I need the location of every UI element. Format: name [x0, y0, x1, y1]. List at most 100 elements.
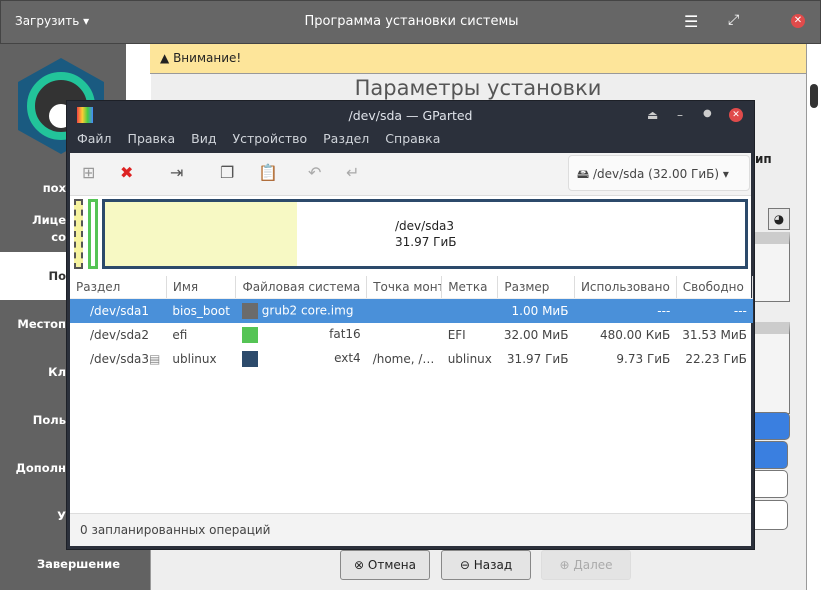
menu-bar: Файл Правка Вид Устройство Раздел Справк… — [67, 131, 440, 153]
toggle-switch-on[interactable] — [750, 441, 788, 469]
menu-icon[interactable]: ☰ — [684, 12, 698, 31]
mount-point — [367, 323, 442, 347]
sidebar-item[interactable]: Кл — [48, 365, 66, 379]
partition-bar-sda1[interactable] — [74, 199, 83, 269]
col-used[interactable]: Использовано — [574, 276, 677, 299]
partition-bar-sda3[interactable]: /dev/sda3 31.97 ГиБ — [102, 199, 748, 269]
filesystem-cell: fat16 — [236, 323, 367, 347]
filesystem: grub2 core.img — [261, 303, 354, 318]
table-row[interactable]: /dev/sda1 bios_boot grub2 core.img 1.00 … — [70, 298, 753, 323]
partition-path: /dev/sda3 — [90, 351, 150, 366]
gparted-window: /dev/sda — GParted ⏏ – ● ✕ Файл Правка В… — [66, 100, 755, 550]
sidebar-item[interactable]: Завершение — [37, 557, 120, 571]
col-name[interactable]: Имя — [166, 276, 237, 299]
top-bar: Загрузить ▾ Программа установки системы … — [0, 0, 821, 44]
toolbar: ⊞ ✖ ⇥ ❐ 📋 ↶ ↵ 🖴 /dev/sda (32.00 ГиБ) ▾ — [70, 153, 751, 196]
pie-chart-button[interactable]: ◕ — [768, 208, 790, 230]
delete-icon[interactable]: ✖ — [120, 163, 133, 182]
sidebar-item[interactable]: Поль — [33, 413, 66, 427]
close-icon[interactable]: ✕ — [791, 14, 805, 28]
chevron-down-icon: ▾ — [722, 167, 729, 181]
status-bar: 0 запланированных операций — [70, 513, 751, 546]
paste-icon[interactable]: 📋 — [258, 163, 278, 182]
col-size[interactable]: Размер — [497, 276, 575, 299]
scrollbar[interactable] — [806, 44, 821, 590]
back-button[interactable]: ⊖ Назад — [441, 550, 531, 580]
maximize-icon[interactable]: ● — [703, 108, 712, 119]
sidebar-item[interactable]: Дополн — [16, 461, 66, 475]
sidebar-item[interactable]: пох — [43, 181, 66, 195]
close-icon[interactable]: ✕ — [729, 108, 743, 122]
partition-size: 32.00 МиБ — [503, 327, 569, 342]
partition-label: ublinux — [447, 351, 492, 366]
new-partition-icon[interactable]: ⊞ — [82, 163, 95, 182]
sidebar-item[interactable]: У — [57, 509, 66, 523]
partition-size: 1.00 МиБ — [497, 298, 575, 323]
partition-name: ublinux — [172, 351, 217, 366]
menu-file[interactable]: Файл — [77, 131, 112, 153]
partition-free: 22.23 ГиБ — [685, 351, 747, 366]
sidebar-item-selected[interactable]: По — [48, 269, 66, 283]
undo-icon[interactable]: ↶ — [308, 163, 321, 182]
filesystem-color-swatch — [241, 326, 258, 343]
partition-path: /dev/sda2 — [90, 327, 150, 342]
minimize-icon[interactable]: – — [677, 108, 683, 122]
col-filesystem[interactable]: Файловая система — [235, 276, 368, 299]
filesystem-cell: ext4 — [236, 347, 367, 371]
graph-partition-name: /dev/sda3 — [395, 219, 455, 233]
table-row[interactable]: /dev/sda2 efi fat16 EFI 32.00 МиБ 480.00… — [70, 323, 753, 347]
partition-used: --- — [574, 298, 677, 323]
maximize-icon[interactable]: ⤢ — [728, 12, 739, 28]
col-label[interactable]: Метка — [441, 276, 499, 299]
partition-name: bios_boot — [166, 298, 236, 323]
col-mount[interactable]: Точка монт — [366, 276, 443, 299]
menu-view[interactable]: Вид — [191, 131, 216, 153]
warning-icon: ▲ — [160, 51, 170, 65]
filesystem: ext4 — [334, 350, 361, 365]
sidebar-item[interactable]: Местоп — [17, 317, 66, 331]
back-arrow-icon: ⊖ — [459, 558, 470, 572]
mount-point: /home, /… — [372, 351, 435, 366]
eject-icon[interactable]: ⏏ — [647, 108, 658, 122]
col-partition[interactable]: Раздел — [70, 276, 167, 299]
next-arrow-icon: ⊕ — [559, 558, 570, 572]
copy-icon[interactable]: ❐ — [220, 163, 234, 182]
partition-label: EFI — [447, 327, 466, 342]
filesystem-cell: grub2 core.img — [235, 298, 367, 323]
sidebar-item[interactable]: со — [51, 230, 66, 244]
partition-label — [441, 298, 498, 323]
warning-bar: ▲ Внимание! — [150, 44, 806, 74]
toggle-switch-off[interactable] — [750, 470, 788, 498]
graph-partition-size: 31.97 ГиБ — [395, 235, 457, 249]
partition-free: --- — [676, 298, 753, 323]
toggle-switch-off[interactable] — [750, 500, 788, 530]
apply-icon[interactable]: ↵ — [346, 163, 359, 182]
harddisk-icon: 🖴 — [577, 167, 590, 181]
resize-move-icon[interactable]: ⇥ — [170, 163, 183, 182]
menu-device[interactable]: Устройство — [232, 131, 307, 153]
type-label: ип — [755, 152, 772, 166]
filesystem: fat16 — [329, 326, 361, 341]
table-row[interactable]: /dev/sda3▤ ublinux ext4 /home, /… ublinu… — [70, 347, 753, 371]
menu-help[interactable]: Справка — [385, 131, 440, 153]
toggle-switch-on[interactable] — [750, 412, 790, 440]
partition-size: 31.97 ГиБ — [506, 351, 569, 366]
menu-edit[interactable]: Правка — [128, 131, 176, 153]
partition-used: 480.00 КиБ — [599, 327, 671, 342]
partition-path: /dev/sda1 — [90, 303, 150, 318]
filesystem-color-swatch — [241, 350, 258, 367]
device-selector[interactable]: 🖴 /dev/sda (32.00 ГиБ) ▾ — [568, 155, 750, 191]
menu-partition[interactable]: Раздел — [323, 131, 369, 153]
partition-table: Раздел Имя Файловая система Точка монт М… — [70, 276, 754, 371]
cancel-icon: ⊗ — [354, 558, 365, 572]
next-button[interactable]: ⊕ Далее — [541, 550, 631, 580]
locked-icon: ▤ — [149, 351, 161, 366]
cancel-button[interactable]: ⊗ Отмена — [340, 550, 430, 580]
partition-free: 31.53 МиБ — [682, 327, 747, 342]
sidebar-item[interactable]: Лице — [32, 213, 66, 227]
col-free[interactable]: Свободно — [676, 276, 754, 299]
partition-bar-sda2[interactable] — [88, 199, 98, 269]
disk-graph: /dev/sda3 31.97 ГиБ — [70, 196, 751, 276]
filesystem-color-swatch — [241, 302, 258, 319]
page-title: Параметры установки — [354, 76, 602, 100]
